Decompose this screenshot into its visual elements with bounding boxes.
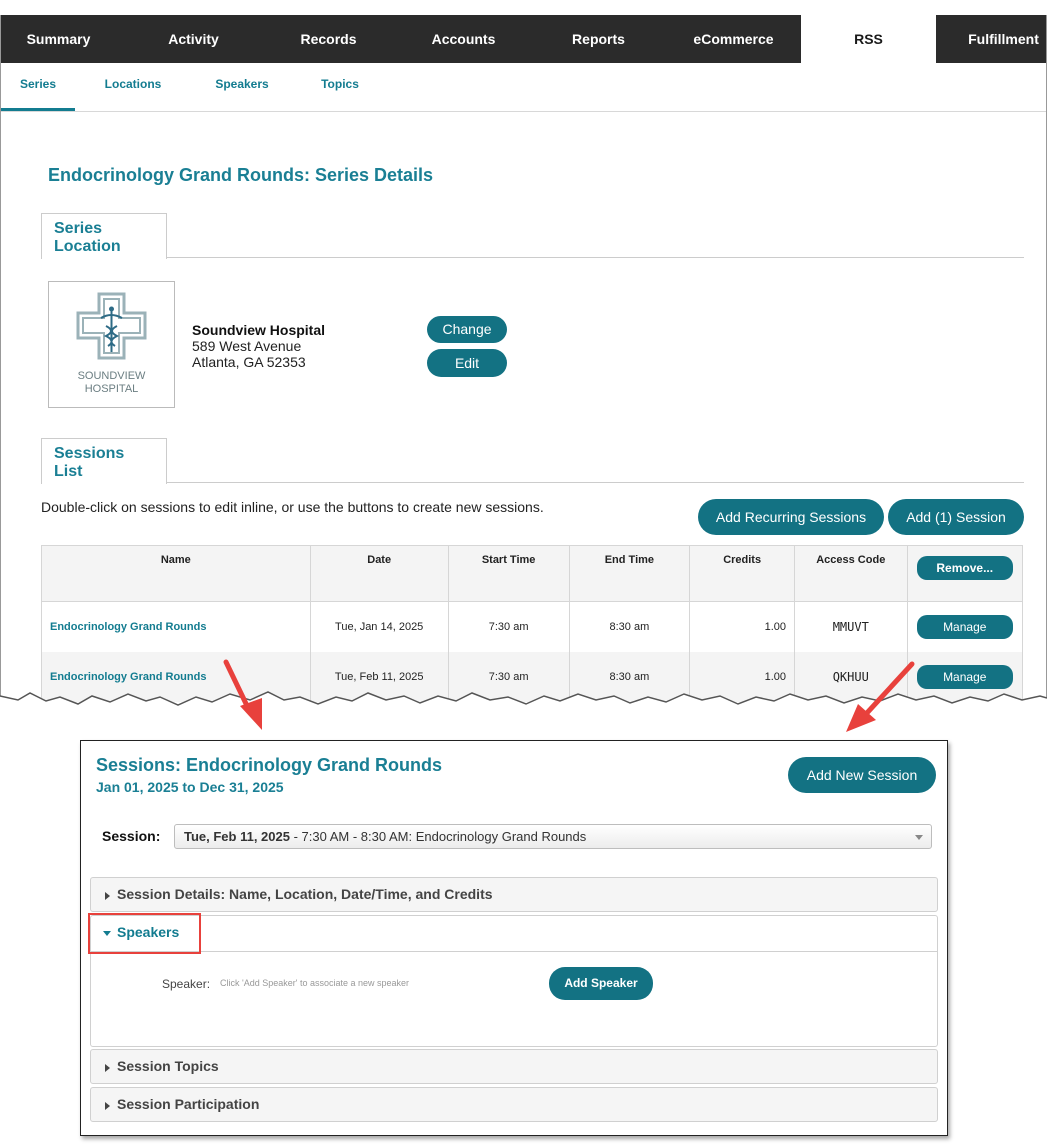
manage-button[interactable]: Manage xyxy=(916,615,1013,639)
accordion-session-participation[interactable]: Session Participation xyxy=(90,1087,938,1122)
add-session-button[interactable]: Add (1) Session xyxy=(888,499,1024,535)
location-address: Soundview Hospital 589 West Avenue Atlan… xyxy=(192,322,325,370)
col-header-start-time[interactable]: Start Time xyxy=(447,545,570,602)
session-select-date: Tue, Feb 11, 2025 xyxy=(184,829,290,844)
session-name-link[interactable]: Endocrinology Grand Rounds xyxy=(41,601,311,652)
session-date: Tue, Feb 11, 2025 xyxy=(309,652,449,702)
chevron-down-icon[interactable] xyxy=(915,835,923,840)
highlight-box xyxy=(88,913,201,954)
col-header-date[interactable]: Date xyxy=(309,545,449,602)
session-end-time: 8:30 am xyxy=(568,601,691,652)
sessions-instructions: Double-click on sessions to edit inline,… xyxy=(41,499,544,515)
col-header-access-code[interactable]: Access Code xyxy=(794,545,908,602)
subnav-tab-locations[interactable]: Locations xyxy=(95,63,171,111)
series-location-tab-label: Series Location xyxy=(54,220,121,255)
location-name: Soundview Hospital xyxy=(192,322,326,338)
nav-tab-activity[interactable]: Activity xyxy=(136,15,251,63)
session-access-code: MMUVT xyxy=(794,601,908,652)
logo-text-line1: SOUNDVIEW xyxy=(77,370,146,382)
logo-text-line2: HOSPITAL xyxy=(84,383,139,395)
session-date: Tue, Jan 14, 2025 xyxy=(309,601,449,652)
sub-nav: Series Locations Speakers Topics xyxy=(1,63,1046,112)
sessions-table: Name Date Start Time End Time Credits Ac… xyxy=(41,545,1024,710)
speaker-label: Speaker: xyxy=(162,977,211,991)
table-header-row: Name Date Start Time End Time Credits Ac… xyxy=(41,545,1024,602)
medical-cross-logo-icon xyxy=(76,292,147,360)
accordion-speakers-header[interactable]: Speakers xyxy=(91,916,937,952)
accordion-session-topics[interactable]: Session Topics xyxy=(90,1049,938,1084)
col-header-end-time[interactable]: End Time xyxy=(568,545,691,602)
sessions-list-tab-label: Sessions List xyxy=(54,445,125,480)
session-start-time: 7:30 am xyxy=(447,652,570,702)
nav-tab-ecommerce[interactable]: eCommerce xyxy=(676,15,791,63)
session-name-link[interactable]: Endocrinology Grand Rounds xyxy=(41,652,311,702)
accordion-session-participation-label: Session Participation xyxy=(117,1096,260,1112)
col-header-actions: Remove... xyxy=(906,545,1024,602)
divider xyxy=(166,257,1024,258)
dialog-title: Sessions: Endocrinology Grand Rounds xyxy=(96,755,443,775)
speaker-hint: Click 'Add Speaker' to associate a new s… xyxy=(220,978,410,988)
accordion-session-details-label: Session Details: Name, Location, Date/Ti… xyxy=(117,886,493,902)
session-credits: 1.00 xyxy=(689,652,796,702)
table-row[interactable]: Endocrinology Grand Rounds Tue, Feb 11, … xyxy=(41,652,1024,702)
nav-tab-accounts[interactable]: Accounts xyxy=(406,15,521,63)
manage-button[interactable]: Manage xyxy=(916,665,1013,689)
sessions-list-tab: Sessions List xyxy=(41,438,167,484)
nav-tab-records[interactable]: Records xyxy=(271,15,386,63)
nav-tab-reports[interactable]: Reports xyxy=(541,15,656,63)
caret-right-icon xyxy=(105,892,110,900)
session-end-time: 8:30 am xyxy=(568,652,691,702)
add-new-session-button[interactable]: Add New Session xyxy=(788,757,936,793)
nav-tab-summary[interactable]: Summary xyxy=(1,15,116,63)
table-row[interactable] xyxy=(41,702,1024,710)
series-location-tab: Series Location xyxy=(41,213,167,259)
change-location-button[interactable]: Change xyxy=(427,316,507,343)
subnav-tab-speakers[interactable]: Speakers xyxy=(206,63,278,111)
session-actions: Manage xyxy=(906,652,1024,702)
table-row[interactable]: Endocrinology Grand Rounds Tue, Jan 14, … xyxy=(41,601,1024,652)
caret-right-icon xyxy=(105,1064,110,1072)
subnav-tab-series[interactable]: Series xyxy=(1,63,75,111)
divider xyxy=(166,482,1024,483)
session-credits: 1.00 xyxy=(689,601,796,652)
page-title: Endocrinology Grand Rounds: Series Detai… xyxy=(48,165,434,185)
col-header-name[interactable]: Name xyxy=(41,545,311,602)
logo-text: SOUNDVIEW HOSPITAL xyxy=(49,370,174,396)
subnav-tab-topics[interactable]: Topics xyxy=(309,63,371,111)
location-address-line1: 589 West Avenue xyxy=(192,338,302,354)
nav-tab-rss[interactable]: RSS xyxy=(801,15,936,63)
col-header-credits[interactable]: Credits xyxy=(689,545,796,602)
session-start-time: 7:30 am xyxy=(447,601,570,652)
remove-button[interactable]: Remove... xyxy=(916,556,1013,580)
series-details-window: Summary Activity Records Accounts Report… xyxy=(0,15,1047,710)
main-nav: Summary Activity Records Accounts Report… xyxy=(1,15,1046,63)
add-speaker-button[interactable]: Add Speaker xyxy=(549,967,653,1000)
accordion-session-topics-label: Session Topics xyxy=(117,1058,219,1074)
nav-tab-fulfillment[interactable]: Fulfillment xyxy=(946,15,1046,63)
session-select[interactable]: Tue, Feb 11, 2025 - 7:30 AM - 8:30 AM: E… xyxy=(174,824,932,849)
location-logo: SOUNDVIEW HOSPITAL xyxy=(48,281,175,408)
accordion-speakers: Speakers Speaker: Click 'Add Speaker' to… xyxy=(90,915,938,1047)
sessions-dialog: Sessions: Endocrinology Grand Rounds Jan… xyxy=(80,740,948,1136)
session-access-code: QKHUU xyxy=(794,652,908,702)
dialog-date-range: Jan 01, 2025 to Dec 31, 2025 xyxy=(96,779,284,795)
location-address-line2: Atlanta, GA 52353 xyxy=(192,354,306,370)
accordion-session-details[interactable]: Session Details: Name, Location, Date/Ti… xyxy=(90,877,938,912)
session-actions: Manage xyxy=(906,601,1024,652)
session-select-details: - 7:30 AM - 8:30 AM: Endocrinology Grand… xyxy=(289,829,587,844)
edit-location-button[interactable]: Edit xyxy=(427,349,507,377)
caret-right-icon xyxy=(105,1102,110,1110)
add-recurring-sessions-button[interactable]: Add Recurring Sessions xyxy=(698,499,884,535)
session-select-label: Session: xyxy=(102,828,161,844)
